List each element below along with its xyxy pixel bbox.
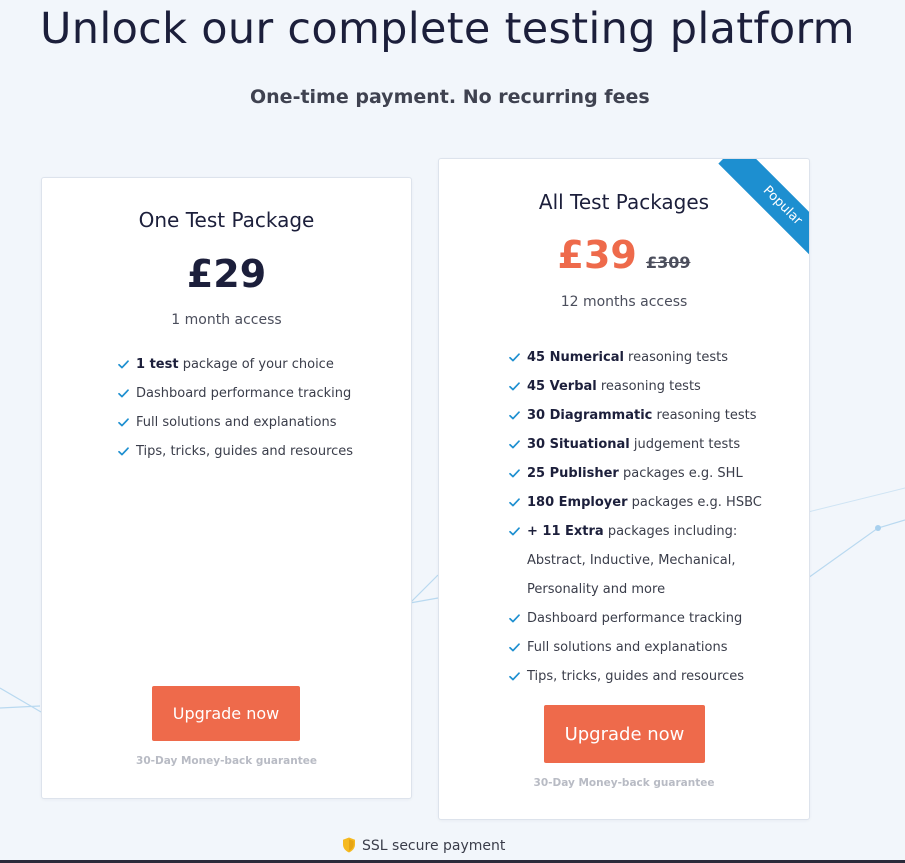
plan-title: One Test Package [138,208,315,232]
checkmark-icon [118,360,129,369]
feature-text: Dashboard performance tracking [527,611,743,626]
plan-price: £39 [557,233,637,277]
feature-highlight: 45 Numerical [527,350,624,365]
upgrade-now-button[interactable]: Upgrade now [544,705,705,763]
feature-item: Full solutions and explanations [509,633,762,662]
checkmark-icon [509,498,520,507]
feature-item: Dashboard performance tracking [509,604,762,633]
feature-highlight: + 11 Extra [527,524,604,539]
feature-item: Tips, tricks, guides and resources [118,437,353,466]
feature-highlight: 25 Publisher [527,466,619,481]
feature-highlight: 1 test [136,357,179,372]
plan-access-duration: 12 months access [560,294,688,310]
feature-item: 30 Situational judgement tests [509,430,762,459]
checkmark-icon [509,382,520,391]
upgrade-now-button[interactable]: Upgrade now [152,686,300,741]
feature-item: 45 Verbal reasoning tests [509,372,762,401]
feature-item: 25 Publisher packages e.g. SHL [509,459,762,488]
feature-item: Tips, tricks, guides and resources [509,662,762,691]
feature-list: 45 Numerical reasoning tests 45 Verbal re… [509,343,762,691]
shield-icon [343,837,355,853]
feature-text: Tips, tricks, guides and resources [527,669,745,684]
plan-card-all-tests: Popular All Test Packages £39 £309 12 mo… [438,158,810,820]
feature-text-continuation: Abstract, Inductive, Mechanical, [527,553,736,568]
feature-text: packages e.g. SHL [618,466,743,481]
feature-text: packages e.g. HSBC [627,495,762,510]
money-back-guarantee: 30-Day Money-back guarantee [533,777,715,789]
feature-text: Tips, tricks, guides and resources [136,444,354,459]
feature-highlight: 45 Verbal [527,379,597,394]
feature-text: Full solutions and explanations [527,640,728,655]
plan-old-price: £309 [645,253,691,272]
checkmark-icon [509,411,520,420]
plan-card-one-test: One Test Package £29 1 month access 1 te… [41,177,412,799]
feature-item: 1 test package of your choice [118,350,353,379]
feature-text: Dashboard performance tracking [136,386,352,401]
feature-item: Dashboard performance tracking [118,379,353,408]
feature-item: 30 Diagrammatic reasoning tests [509,401,762,430]
feature-highlight: 30 Diagrammatic [527,408,653,423]
feature-text: Full solutions and explanations [136,415,337,430]
money-back-guarantee: 30-Day Money-back guarantee [136,755,317,767]
plan-price-row: £39 £309 [439,233,809,277]
feature-item: 45 Numerical reasoning tests [509,343,762,372]
feature-text: judgement tests [629,437,741,452]
feature-text: packages including: [603,524,738,539]
ssl-secure-payment: SSL secure payment [342,837,505,854]
checkmark-icon [509,527,520,536]
checkmark-icon [509,440,520,449]
plan-access-duration: 1 month access [171,312,282,328]
feature-text: reasoning tests [652,408,757,423]
ssl-label: SSL secure payment [362,838,506,854]
feature-text: reasoning tests [623,350,729,365]
feature-item: + 11 Extra packages including: Abstract, … [509,517,762,604]
checkmark-icon [509,643,520,652]
checkmark-icon [509,353,520,362]
feature-highlight: 30 Situational [527,437,630,452]
feature-item: 180 Employer packages e.g. HSBC [509,488,762,517]
checkmark-icon [509,672,520,681]
page-title: Unlock our complete testing platform [40,4,855,54]
checkmark-icon [509,469,520,478]
checkmark-icon [509,614,520,623]
checkmark-icon [118,389,129,398]
feature-text-continuation: Personality and more [527,582,666,597]
feature-text: reasoning tests [596,379,701,394]
checkmark-icon [118,447,129,456]
plan-title: All Test Packages [538,190,710,214]
plan-price: £29 [186,252,267,296]
page-subtitle: One-time payment. No recurring fees [250,86,650,108]
feature-list: 1 test package of your choice Dashboard p… [118,350,353,466]
feature-item: Full solutions and explanations [118,408,353,437]
checkmark-icon [118,418,129,427]
feature-text: package of your choice [178,357,334,372]
feature-highlight: 180 Employer [527,495,628,510]
